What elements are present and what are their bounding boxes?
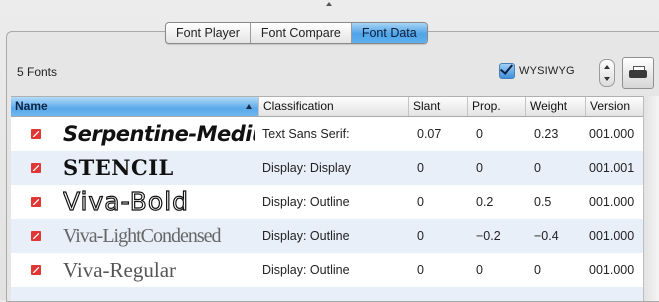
font-file-icon: [31, 231, 41, 241]
classification-cell: Display: Display: [262, 161, 351, 175]
column-header-classification[interactable]: Classification: [259, 97, 409, 116]
version-cell: 001.001: [589, 161, 635, 175]
classification-cell: Text Sans Serif:: [262, 127, 350, 141]
font-name: STENCIL: [63, 155, 174, 180]
prop-cell: −0.2: [476, 229, 501, 243]
prop-cell: 0: [476, 127, 483, 141]
classification-cell: Display: Outline: [262, 195, 350, 209]
prop-cell: 0: [476, 263, 483, 277]
slant-cell: 0: [417, 229, 424, 243]
table-header: Name Classification Slant Prop. Weight V…: [11, 97, 643, 117]
column-header-prop[interactable]: Prop.: [468, 97, 526, 116]
font-count-label: 5 Fonts: [17, 65, 58, 79]
column-header-label: Name: [15, 99, 48, 113]
version-cell: 001.000: [589, 127, 635, 141]
version-cell: 001.000: [589, 195, 635, 209]
column-header-name[interactable]: Name: [11, 97, 259, 116]
printer-icon: [629, 66, 647, 80]
column-header-version[interactable]: Version: [586, 97, 643, 116]
column-header-slant[interactable]: Slant: [409, 97, 468, 116]
classification-cell: Display: Outline: [262, 263, 350, 277]
table-row[interactable]: Viva-LightCondensed Display: Outline 0 −…: [11, 219, 643, 253]
version-cell: 001.000: [589, 263, 635, 277]
classification-cell: Display: Outline: [262, 229, 350, 243]
column-header-weight[interactable]: Weight: [526, 97, 586, 116]
print-button[interactable]: [622, 57, 654, 89]
font-data-window: Font Player Font Compare Font Data 5 Fon…: [0, 0, 659, 302]
tab-font-data[interactable]: Font Data: [351, 23, 427, 43]
font-name: Viva-LightCondensed: [63, 225, 222, 247]
wysiwyg-checkbox[interactable]: [499, 63, 515, 79]
weight-cell: −0.4: [534, 229, 559, 243]
font-name: Viva-Regular: [63, 258, 177, 282]
table-row[interactable]: Viva-Bold Display: Outline 0 0.2 0.5 001…: [11, 185, 643, 219]
sort-ascending-icon: [246, 104, 252, 109]
font-file-icon: [31, 163, 41, 173]
size-stepper[interactable]: [599, 59, 615, 87]
wysiwyg-label: WYSIWYG: [519, 65, 575, 77]
font-file-icon: [31, 197, 41, 207]
weight-cell: 0.23: [534, 127, 559, 141]
table-scrollbar[interactable]: [643, 96, 659, 301]
table-row[interactable]: Viva-Regular Display: Outline 0 0 0 001.…: [11, 253, 643, 287]
font-file-icon: [31, 129, 41, 139]
tab-font-player[interactable]: Font Player: [166, 23, 251, 43]
font-data-panel: 5 Fonts WYSIWYG Name Classification Slan…: [6, 31, 659, 302]
font-data-table: Name Classification Slant Prop. Weight V…: [11, 96, 643, 301]
table-row-empty: [11, 287, 643, 301]
slant-cell: 0: [417, 263, 424, 277]
slant-cell: 0: [417, 195, 424, 209]
font-name: Viva-Bold: [63, 186, 190, 216]
weight-cell: 0: [534, 263, 541, 277]
table-row[interactable]: STENCIL Display: Display 0 0 0 001.001: [11, 151, 643, 185]
weight-cell: 0: [534, 161, 541, 175]
prop-cell: 0: [476, 161, 483, 175]
wysiwyg-toggle[interactable]: WYSIWYG: [499, 62, 575, 80]
version-cell: 001.000: [589, 229, 635, 243]
table-row[interactable]: Serpentine-Medium Text Sans Serif: 0.07 …: [11, 117, 643, 151]
view-tabs: Font Player Font Compare Font Data: [165, 22, 428, 44]
font-name: Serpentine-Medium: [63, 122, 255, 146]
font-file-icon: [31, 265, 41, 275]
stepper-up-icon[interactable]: [604, 65, 610, 69]
collapse-arrow-icon[interactable]: [326, 2, 332, 6]
weight-cell: 0.5: [534, 195, 552, 209]
tab-font-compare[interactable]: Font Compare: [251, 23, 352, 43]
slant-cell: 0: [417, 161, 424, 175]
slant-cell: 0.07: [417, 127, 442, 141]
stepper-down-icon[interactable]: [604, 77, 610, 81]
prop-cell: 0.2: [476, 195, 494, 209]
